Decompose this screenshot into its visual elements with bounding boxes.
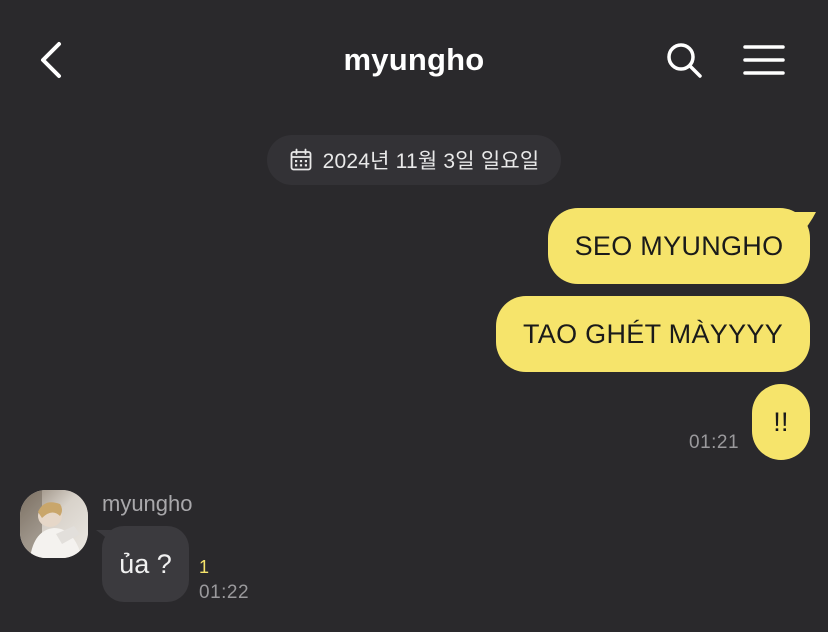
sent-timestamp: 01:21 [689, 432, 740, 453]
message-text: ủa ? [119, 548, 172, 579]
chat-title[interactable]: myungho [344, 42, 485, 77]
message-text: TAO GHÉT MÀYYYY [522, 318, 784, 349]
received-timestamp: 01:22 [199, 582, 250, 603]
unread-count: 1 [199, 557, 210, 577]
menu-button[interactable] [738, 36, 790, 84]
chat-header: myungho [0, 0, 828, 120]
message-text: !! [773, 406, 789, 437]
hamburger-menu-icon [743, 45, 785, 75]
search-icon [667, 43, 702, 78]
date-text: 2024년 11월 3일 일요일 [322, 150, 540, 173]
message-text: SEO MYUNGHO [574, 230, 784, 261]
avatar[interactable] [20, 490, 88, 558]
calendar-icon [289, 148, 313, 172]
chevron-left-icon [41, 42, 61, 78]
profile-photo [20, 490, 88, 558]
sent-message-bubble[interactable]: !! [752, 384, 810, 460]
date-divider: 2024년 11월 3일 일요일 [267, 135, 561, 185]
back-button[interactable] [28, 36, 76, 84]
sender-name: myungho [102, 491, 193, 516]
sent-message-bubble[interactable]: TAO GHÉT MÀYYYY [496, 296, 810, 372]
search-button[interactable] [660, 36, 708, 84]
sent-message-bubble[interactable]: SEO MYUNGHO [548, 208, 810, 284]
received-message-bubble[interactable]: ủa ? [102, 526, 189, 602]
